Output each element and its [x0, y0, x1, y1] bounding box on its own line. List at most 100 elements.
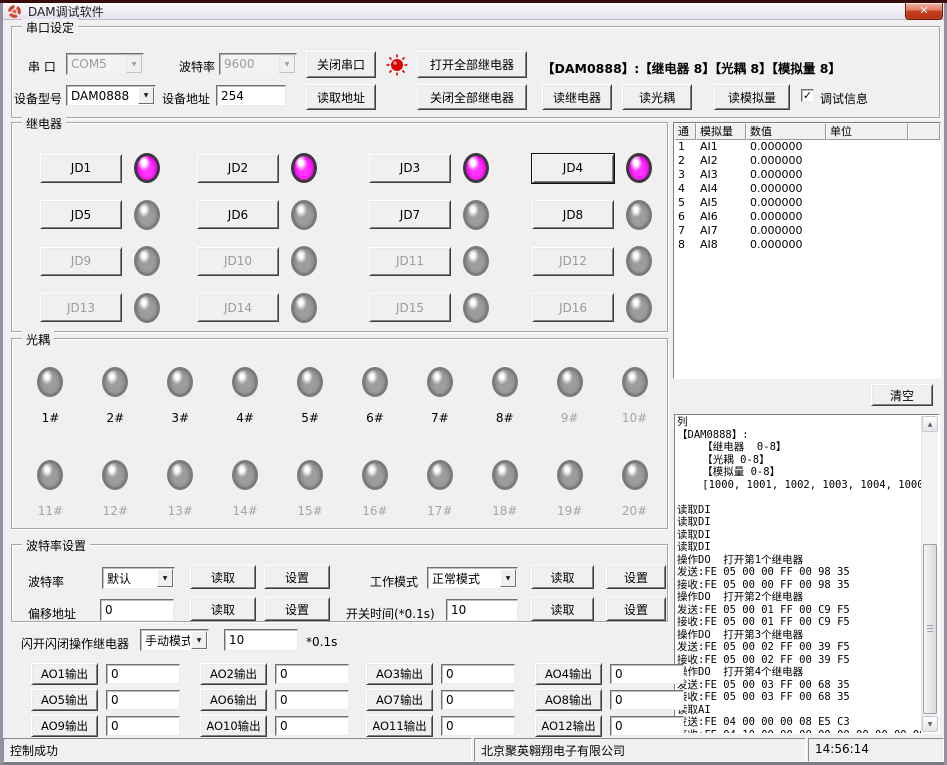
work-mode-select[interactable]: 正常模式 ▼	[427, 567, 518, 589]
debug-info-checkbox[interactable]: ✓	[801, 89, 814, 102]
close-all-relays-button[interactable]: 关闭全部继电器	[417, 84, 527, 110]
table-row[interactable]: 5 AI5 0.000000	[674, 196, 940, 210]
baud-setting-select[interactable]: 默认 ▼	[102, 567, 175, 589]
debug-info-label: 调试信息	[820, 90, 868, 107]
table-header-cell[interactable]	[908, 123, 940, 140]
scroll-up-icon[interactable]: ▲	[922, 416, 938, 432]
table-row[interactable]: 7 AI7 0.000000	[674, 224, 940, 238]
read-analog-button[interactable]: 读模拟量	[714, 84, 790, 110]
table-row[interactable]: 4 AI4 0.000000	[674, 182, 940, 196]
read-address-button[interactable]: 读取地址	[306, 84, 376, 110]
ao-output-button[interactable]: AO2输出	[200, 663, 267, 685]
offset-set-button[interactable]: 设置	[264, 597, 330, 621]
ao-output-button[interactable]: AO5输出	[31, 689, 98, 711]
value-cell: 0.000000	[746, 168, 826, 182]
work-mode-read-button[interactable]: 读取	[531, 565, 594, 589]
relay-button[interactable]: JD11	[369, 247, 451, 276]
log-scrollbar[interactable]: ▲ ▼	[921, 416, 938, 732]
close-serial-button[interactable]: 关闭串口	[306, 51, 376, 78]
baud-set-button[interactable]: 设置	[264, 565, 330, 589]
relay-button[interactable]: JD12	[532, 247, 614, 276]
ao-value-input[interactable]: 0	[441, 664, 515, 684]
ao-output-button[interactable]: AO1输出	[31, 663, 98, 685]
relay-button[interactable]: JD10	[197, 247, 279, 276]
ao-output-button[interactable]: AO6输出	[200, 689, 267, 711]
ao-output-button[interactable]: AO9输出	[31, 715, 98, 737]
relay-button[interactable]: JD8	[532, 200, 614, 229]
offset-address-input[interactable]: 0	[100, 599, 174, 621]
relay-button[interactable]: JD3	[369, 154, 451, 183]
scrollbar-thumb[interactable]	[923, 544, 937, 714]
relay-button[interactable]: JD4	[532, 154, 614, 183]
ao-output-button[interactable]: AO8输出	[535, 689, 602, 711]
table-row[interactable]: 6 AI6 0.000000	[674, 210, 940, 224]
ao-output-button[interactable]: AO7输出	[366, 689, 433, 711]
relay-button[interactable]: JD7	[369, 200, 451, 229]
flash-time-input[interactable]: 10	[224, 629, 298, 651]
ao-value-input[interactable]: 0	[275, 664, 349, 684]
relay-button[interactable]: JD6	[197, 200, 279, 229]
ao-value-input[interactable]: 0	[610, 690, 684, 710]
ao-output-button[interactable]: AO3输出	[366, 663, 433, 685]
read-relays-button[interactable]: 读继电器	[542, 84, 612, 110]
ao-value-input[interactable]: 0	[275, 690, 349, 710]
switch-time-read-button[interactable]: 读取	[531, 597, 594, 621]
opto-label: 10#	[622, 411, 647, 425]
ao-value-input[interactable]: 0	[106, 716, 180, 736]
relay-cell: JD2	[197, 145, 369, 192]
table-header-cell[interactable]: 单位	[826, 123, 908, 140]
log-line: 接收:FE 04 10 00 00 00 00 00 00 00 00 00	[677, 729, 921, 734]
ao-value-input[interactable]: 0	[106, 664, 180, 684]
scroll-down-icon[interactable]: ▼	[922, 716, 938, 732]
baud-read-button[interactable]: 读取	[190, 565, 256, 589]
opto-led-indicator	[167, 367, 193, 397]
table-row[interactable]: 2 AI2 0.000000	[674, 154, 940, 168]
table-row[interactable]: 1 AI1 0.000000	[674, 140, 940, 154]
open-all-relays-button[interactable]: 打开全部继电器	[417, 51, 527, 78]
relay-button[interactable]: JD9	[40, 247, 122, 276]
ao-value-input[interactable]: 0	[610, 664, 684, 684]
relay-button[interactable]: JD13	[40, 293, 122, 322]
analog-name-cell: AI6	[696, 210, 746, 224]
chevron-down-icon[interactable]: ▼	[500, 569, 516, 587]
ao-output-button[interactable]: AO10输出	[200, 715, 267, 737]
device-address-input[interactable]: 254	[216, 85, 286, 106]
relay-button[interactable]: JD15	[369, 293, 451, 322]
ao-value-input[interactable]: 0	[441, 716, 515, 736]
relay-button[interactable]: JD14	[197, 293, 279, 322]
opto-label: 3#	[171, 411, 189, 425]
ao-value-input[interactable]: 0	[106, 690, 180, 710]
relay-button[interactable]: JD16	[532, 293, 614, 322]
baud-select: 9600 ▼	[219, 53, 297, 75]
switch-time-set-button[interactable]: 设置	[606, 597, 666, 621]
ao-value-input[interactable]: 0	[610, 716, 684, 736]
ao-output-button[interactable]: AO4输出	[535, 663, 602, 685]
chevron-down-icon[interactable]: ▼	[157, 569, 173, 587]
relay-button[interactable]: JD1	[40, 154, 122, 183]
ao-output-button[interactable]: AO12输出	[535, 715, 602, 737]
close-button[interactable]: ✕	[905, 3, 943, 20]
table-header-cell[interactable]: 模拟量	[696, 123, 746, 140]
table-header-cell[interactable]: 数值	[746, 123, 826, 140]
flash-mode-select[interactable]: 手动模式 ▼	[140, 629, 209, 651]
work-mode-set-button[interactable]: 设置	[606, 565, 666, 589]
relay-button[interactable]: JD5	[40, 200, 122, 229]
read-opto-button[interactable]: 读光耦	[622, 84, 692, 110]
table-row[interactable]: 8 AI8 0.000000	[674, 238, 940, 252]
chevron-down-icon[interactable]: ▼	[138, 87, 154, 104]
ao-output-button[interactable]: AO11输出	[366, 715, 433, 737]
window-title: DAM调试软件	[28, 3, 104, 20]
table-row[interactable]: 3 AI3 0.000000	[674, 168, 940, 182]
clear-log-button[interactable]: 清空	[871, 384, 933, 406]
ao-value-input[interactable]: 0	[275, 716, 349, 736]
relay-cell: JD8	[532, 192, 667, 239]
switch-time-input[interactable]: 10	[446, 599, 518, 621]
ao-value-input[interactable]: 0	[441, 690, 515, 710]
log-output[interactable]: 列【DAM0888】: 【继电器 0-8】 【光耦 0-8】 【模拟量 0-8】…	[674, 414, 940, 734]
model-select[interactable]: DAM0888 ▼	[66, 85, 156, 106]
relay-button[interactable]: JD2	[197, 154, 279, 183]
chevron-down-icon[interactable]: ▼	[191, 631, 207, 649]
titlebar: DAM调试软件 ✕	[3, 3, 944, 20]
offset-read-button[interactable]: 读取	[190, 597, 256, 621]
table-header-cell[interactable]: 通	[674, 123, 696, 140]
